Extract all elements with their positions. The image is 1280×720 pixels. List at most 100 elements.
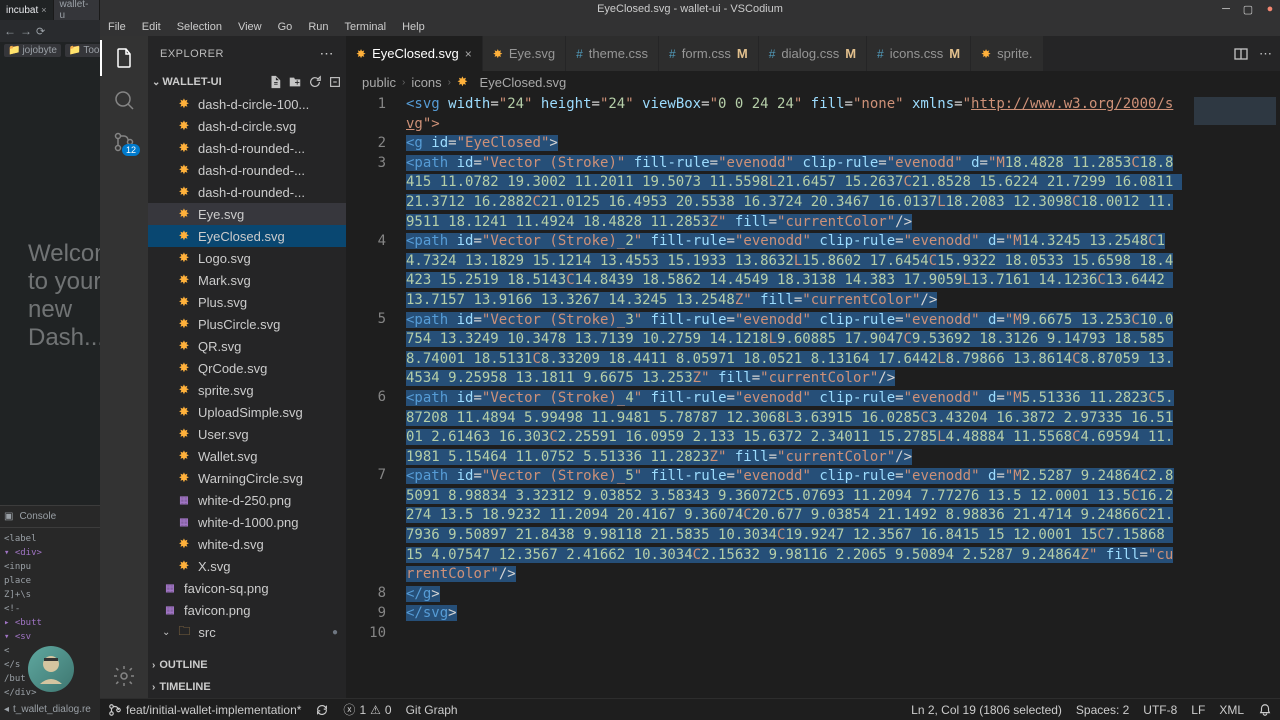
minimap[interactable]	[1190, 93, 1280, 698]
file-name: favicon.png	[184, 603, 251, 618]
more-icon[interactable]: ⋯	[320, 45, 335, 62]
code-editor[interactable]: <svg width="24" height="24" viewBox="0 0…	[406, 93, 1280, 698]
svg-file-icon: ✸	[176, 272, 192, 288]
file-item[interactable]: ✸EyeClosed.svg	[148, 225, 346, 247]
file-item[interactable]: ✸dash-d-circle-100...	[148, 93, 346, 115]
file-item[interactable]: ✸PlusCircle.svg	[148, 313, 346, 335]
editor-tab[interactable]: #icons.cssM	[867, 36, 971, 71]
file-item[interactable]: ▦white-d-1000.png	[148, 511, 346, 533]
status-lang[interactable]: XML	[1219, 703, 1244, 717]
tab-label: Eye.svg	[509, 46, 555, 61]
status-gitgraph[interactable]: Git Graph	[406, 703, 458, 717]
split-icon[interactable]	[1233, 46, 1249, 62]
maximize-icon[interactable]: ▢	[1242, 3, 1254, 15]
tab-label: icons.css	[890, 46, 943, 61]
editor-tab[interactable]: ✸sprite.	[971, 36, 1043, 71]
status-eol[interactable]: LF	[1191, 703, 1205, 717]
file-item[interactable]: ✸dash-d-circle.svg	[148, 115, 346, 137]
settings-icon[interactable]	[112, 664, 136, 688]
refresh-icon[interactable]	[308, 75, 322, 89]
svg-file-icon: ✸	[176, 118, 192, 134]
status-selection[interactable]: Ln 2, Col 19 (1806 selected)	[911, 703, 1062, 717]
file-name: PlusCircle.svg	[198, 317, 280, 332]
editor-tab[interactable]: ✸Eye.svg	[483, 36, 566, 71]
browser-tab[interactable]: incubat×	[0, 0, 54, 20]
file-item[interactable]: ✸Eye.svg	[148, 203, 346, 225]
modified-indicator: ●	[332, 627, 338, 638]
collapse-icon[interactable]	[328, 75, 342, 89]
more-icon[interactable]: ⋯	[1259, 46, 1272, 62]
folder-header[interactable]: ⌄ WALLET-UI	[148, 71, 346, 93]
file-item[interactable]: ✸dash-d-rounded-...	[148, 137, 346, 159]
status-spaces[interactable]: Spaces: 2	[1076, 703, 1129, 717]
sync-icon[interactable]	[315, 703, 329, 717]
source-control-icon[interactable]: 12	[112, 130, 136, 154]
menu-file[interactable]: File	[104, 21, 130, 33]
file-name: UploadSimple.svg	[198, 405, 303, 420]
file-item[interactable]: ▦white-d-250.png	[148, 489, 346, 511]
timeline-header[interactable]: › TIMELINE	[148, 676, 346, 698]
close-icon[interactable]: ●	[1264, 3, 1276, 15]
file-item[interactable]: ✸QR.svg	[148, 335, 346, 357]
file-item[interactable]: ✸Wallet.svg	[148, 445, 346, 467]
file-item[interactable]: ✸Plus.svg	[148, 291, 346, 313]
editor-tab[interactable]: ✸EyeClosed.svg×	[346, 36, 483, 71]
explorer-icon[interactable]	[112, 46, 136, 70]
error-icon: ⓧ	[343, 701, 355, 718]
menu-help[interactable]: Help	[398, 21, 429, 33]
editor-tab[interactable]: #dialog.cssM	[759, 36, 867, 71]
bookmark-item[interactable]: 📁jojobyte	[4, 44, 61, 57]
reload-icon[interactable]: ⟳	[36, 25, 45, 38]
browser-tab[interactable]: wallet-u	[54, 0, 100, 20]
menu-run[interactable]: Run	[304, 21, 332, 33]
file-item[interactable]: ✸Mark.svg	[148, 269, 346, 291]
close-icon[interactable]: ×	[41, 5, 46, 15]
svg-file-icon: ✸	[356, 47, 366, 61]
file-item[interactable]: ✸ sprite.svg	[148, 379, 346, 401]
file-item[interactable]: ✸QrCode.svg	[148, 357, 346, 379]
svg-file-icon: ✸	[176, 382, 192, 398]
devtools-tab[interactable]: Console	[13, 509, 62, 524]
bell-icon[interactable]	[1258, 703, 1272, 717]
folder-item[interactable]: ⌄🗀src●	[148, 621, 346, 643]
close-icon[interactable]: ×	[465, 47, 472, 61]
outline-header[interactable]: › OUTLINE	[148, 654, 346, 676]
menu-edit[interactable]: Edit	[138, 21, 165, 33]
status-encoding[interactable]: UTF-8	[1143, 703, 1177, 717]
breadcrumb[interactable]: public	[362, 75, 396, 90]
user-avatar[interactable]	[28, 646, 74, 692]
file-item[interactable]: ✸WarningCircle.svg	[148, 467, 346, 489]
file-item[interactable]: ✸white-d.svg	[148, 533, 346, 555]
arrow-left-icon[interactable]: ◂	[4, 704, 9, 715]
png-file-icon: ▦	[176, 492, 192, 508]
file-item[interactable]: ✸dash-d-rounded-...	[148, 159, 346, 181]
breadcrumb[interactable]: ✸ EyeClosed.svg	[457, 74, 566, 90]
file-item[interactable]: ✸dash-d-rounded-...	[148, 181, 346, 203]
minimize-icon[interactable]: ─	[1220, 3, 1232, 15]
file-item[interactable]: ✸UploadSimple.svg	[148, 401, 346, 423]
menu-selection[interactable]: Selection	[173, 21, 226, 33]
search-icon[interactable]	[112, 88, 136, 112]
file-name: sprite.svg	[198, 383, 254, 398]
titlebar: EyeClosed.svg - wallet-ui - VSCodium ─ ▢…	[100, 0, 1280, 18]
editor-tab[interactable]: #theme.css	[566, 36, 659, 71]
breadcrumb[interactable]: icons	[411, 75, 441, 90]
file-name: Plus.svg	[198, 295, 247, 310]
menu-view[interactable]: View	[234, 21, 266, 33]
inspect-icon[interactable]: ▣	[4, 511, 13, 522]
new-file-icon[interactable]	[268, 75, 282, 89]
menu-go[interactable]: Go	[274, 21, 297, 33]
new-folder-icon[interactable]	[288, 75, 302, 89]
file-item[interactable]: ✸X.svg	[148, 555, 346, 577]
editor-tab[interactable]: #form.cssM	[659, 36, 759, 71]
file-item[interactable]: ▦favicon.png	[148, 599, 346, 621]
back-icon[interactable]: ←	[4, 24, 16, 38]
file-item[interactable]: ✸Logo.svg	[148, 247, 346, 269]
file-item[interactable]: ▦favicon-sq.png	[148, 577, 346, 599]
menu-terminal[interactable]: Terminal	[341, 21, 391, 33]
file-item[interactable]: ✸User.svg	[148, 423, 346, 445]
status-branch[interactable]: feat/initial-wallet-implementation*	[108, 703, 301, 717]
file-name: Eye.svg	[198, 207, 244, 222]
chevron-right-icon: ›	[152, 682, 155, 693]
status-problems[interactable]: ⓧ1 ⚠0	[343, 701, 391, 718]
